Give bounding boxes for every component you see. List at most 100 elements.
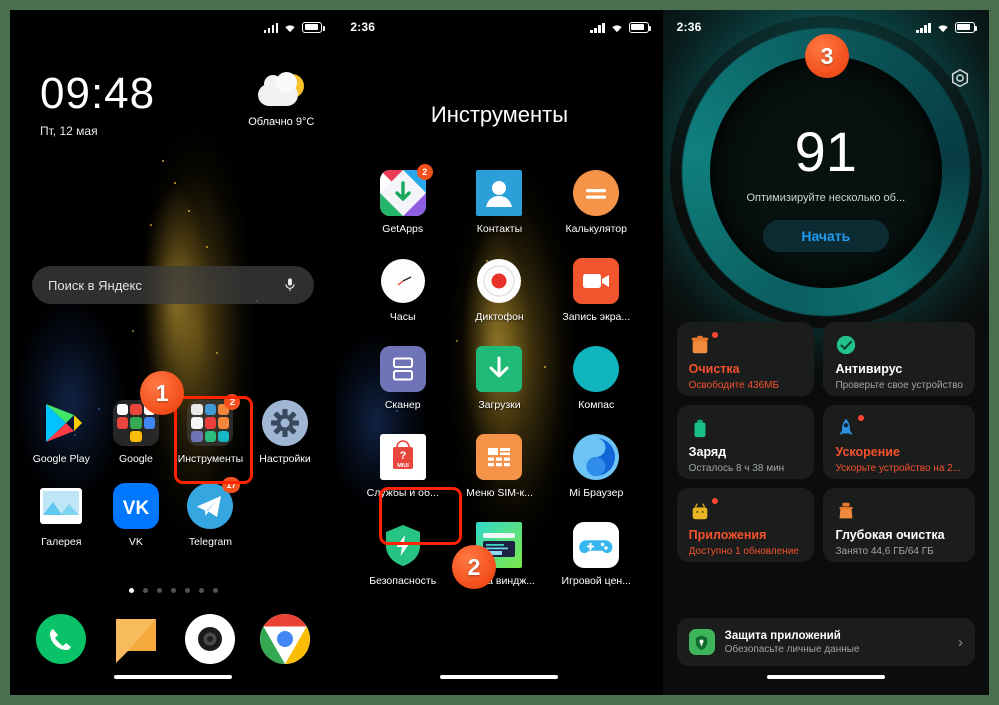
home-indicator[interactable]: [766, 675, 885, 679]
signal-icon: [916, 22, 931, 33]
app-scanner[interactable]: Сканер: [354, 346, 451, 411]
app-mi-browser[interactable]: Mi Браузер: [548, 434, 645, 499]
apps-box-icon: [689, 498, 718, 522]
app-lock-icon: [688, 629, 715, 655]
sim-menu-icon: [476, 434, 523, 480]
wifi-icon: [938, 24, 948, 32]
svg-text:?: ?: [399, 450, 406, 462]
page-indicator[interactable]: [10, 588, 336, 593]
google-play-icon: [38, 400, 84, 446]
dock-app-chrome[interactable]: [248, 614, 323, 664]
downloads-icon: [476, 346, 523, 392]
app-label: VK: [128, 536, 143, 548]
gallery-icon: [38, 483, 84, 529]
app-screen-recorder[interactable]: Запись экра...: [548, 258, 645, 323]
panel-tools-folder: 2:36 Инструменты 2 GetApps Контакты Каль…: [336, 10, 663, 695]
card-apps[interactable]: Приложения Доступно 1 обновление: [676, 488, 815, 562]
home-indicator[interactable]: [114, 675, 233, 679]
settings-gear-icon: [262, 400, 309, 446]
microphone-icon[interactable]: [282, 277, 298, 293]
shield-check-icon: [835, 334, 857, 356]
weather-widget[interactable]: Облачно 9°C: [248, 72, 314, 128]
svg-text:MIUI: MIUI: [397, 463, 409, 469]
app-clock[interactable]: Часы: [354, 258, 451, 323]
statusbar-folder: 2:36: [336, 10, 662, 44]
app-label: Игровой цен...: [561, 575, 631, 587]
card-desc: Осталось 8 ч 38 мин: [688, 462, 785, 474]
card-deep-clean[interactable]: Глубокая очистка Занято 44,6 ГБ/64 ГБ: [823, 488, 975, 562]
app-game-center[interactable]: Игровой цен...: [548, 522, 645, 587]
app-settings[interactable]: Настройки: [248, 400, 323, 465]
home-indicator[interactable]: [440, 675, 559, 679]
broom-icon: [835, 500, 857, 522]
app-label: Telegram: [188, 536, 233, 548]
gear-icon[interactable]: [949, 68, 971, 90]
app-calculator[interactable]: Калькулятор: [548, 170, 645, 235]
app-label: Google Play: [32, 453, 90, 465]
app-getapps[interactable]: 2 GetApps: [354, 164, 451, 235]
app-google-play[interactable]: Google Play: [24, 400, 99, 465]
wifi-icon: [285, 24, 295, 32]
app-label: Калькулятор: [565, 223, 627, 235]
app-label: Настройки: [259, 453, 311, 465]
app-label: Сканер: [384, 399, 421, 411]
app-telegram[interactable]: 17 Telegram: [173, 477, 248, 548]
dock-app-camera[interactable]: [173, 614, 248, 664]
app-downloads[interactable]: Загрузки: [451, 346, 548, 411]
battery-icon: [628, 21, 652, 33]
app-label: Запись экра...: [562, 311, 631, 323]
card-desc: Освободите 436МБ: [688, 379, 780, 391]
scanner-icon: [379, 346, 426, 392]
app-vk[interactable]: VK VK: [99, 483, 174, 548]
wifi-icon: [611, 24, 622, 32]
card-battery[interactable]: Заряд Осталось 8 ч 38 мин: [676, 405, 815, 479]
card-antivirus[interactable]: Антивирус Проверьте свое устройство: [823, 322, 975, 396]
battery-icon: [302, 21, 325, 33]
app-label: Меню SIM-к...: [466, 487, 533, 499]
card-title: Приложения: [688, 528, 767, 542]
contacts-icon: [476, 170, 523, 216]
chevron-right-icon[interactable]: ›: [958, 634, 963, 651]
statusbar-time: 2:36: [350, 20, 376, 34]
signal-icon: [263, 22, 279, 33]
clock-icon: [380, 258, 426, 304]
score-value: 91: [794, 120, 857, 183]
app-sim-menu[interactable]: Меню SIM-к...: [451, 434, 548, 499]
app-label: Диктофон: [475, 311, 524, 323]
app-label: GetApps: [382, 223, 424, 235]
search-input[interactable]: Поиск в Яндекс: [32, 266, 315, 304]
app-recorder[interactable]: Диктофон: [451, 258, 548, 323]
card-title: Антивирус: [835, 362, 903, 376]
card-cleanup[interactable]: Очистка Освободите 436МБ: [676, 322, 815, 396]
statusbar-time: 2:36: [676, 20, 702, 34]
dock-app-messages[interactable]: [99, 614, 174, 664]
card-boost[interactable]: Ускорение Ускорьте устройство на 2...: [823, 405, 975, 479]
app-protection-row[interactable]: Защита приложений Обезопасьте личные дан…: [676, 618, 975, 666]
app-compass[interactable]: Компас: [548, 346, 645, 411]
alert-dot: [711, 498, 718, 504]
start-scan-button[interactable]: Начать: [762, 220, 889, 252]
lockscreen-clock: 09:48 Пт, 12 мая: [40, 69, 156, 139]
card-title: Ускорение: [835, 445, 900, 459]
panel-security-app: 2:36 91 Оптимизируйте несколько об... На…: [662, 10, 989, 695]
app-gallery[interactable]: Галерея: [24, 483, 99, 548]
app-contacts[interactable]: Контакты: [451, 170, 548, 235]
highlight-tools-folder: [174, 396, 253, 484]
highlight-security-app: [379, 487, 462, 545]
folder-title[interactable]: Инструменты: [336, 102, 662, 128]
trash-icon: [689, 332, 718, 356]
battery-icon: [954, 21, 978, 33]
card-desc: Ускорьте устройство на 2...: [835, 462, 962, 474]
phone-icon: [36, 614, 87, 664]
card-desc: Доступно 1 обновление: [688, 545, 799, 557]
screenshot-collage: 09:48 Пт, 12 мая Облачно 9°C Поиск в Янд…: [10, 10, 989, 695]
recorder-icon: [476, 258, 522, 304]
card-desc: Занято 44,6 ГБ/64 ГБ: [835, 545, 934, 557]
row-title: Защита приложений: [724, 629, 841, 642]
app-label: Безопасность: [369, 575, 437, 587]
chrome-icon: [260, 614, 311, 664]
battery-card-icon: [689, 417, 711, 439]
dock-app-phone[interactable]: [24, 614, 99, 664]
clock-time: 09:48: [40, 69, 156, 118]
card-title: Заряд: [688, 445, 727, 459]
